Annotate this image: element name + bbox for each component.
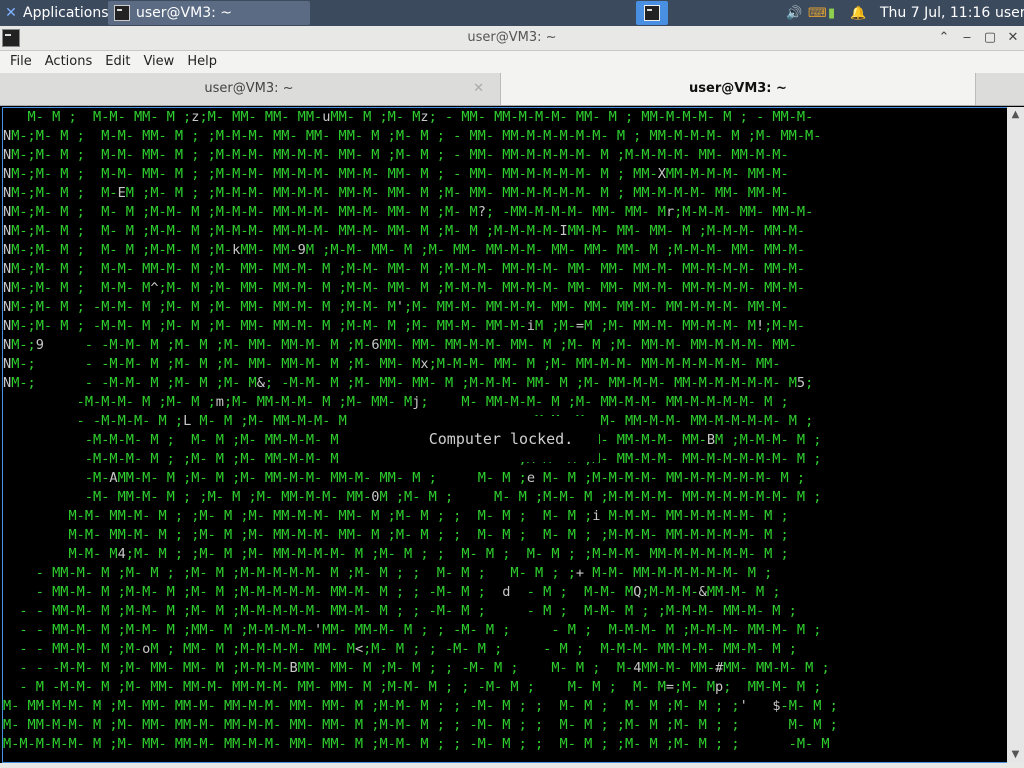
user-menu[interactable]: user (995, 0, 1024, 26)
battery-icon[interactable]: ▮ (828, 0, 835, 26)
terminal-line: NM-;M- M ; M- M ;M-M- M ;M-kMM- MM-9M ;M… (3, 242, 806, 258)
scroll-down-icon[interactable]: ▼ (1007, 747, 1024, 763)
scrollbar[interactable]: ▲ ▼ (1007, 107, 1024, 763)
terminal-line: NM-;M- M ; -M-M- M ;M- M ;M- MM- MM-M- M… (3, 299, 789, 315)
terminal-icon (644, 5, 660, 21)
menu-file[interactable]: File (0, 51, 32, 73)
terminal-line: - M -M-M- M ;M- MM- MM-M- MM-M-M- MM- MM… (3, 679, 822, 695)
terminal-line: - - MM-M- M ;M-M- M ;M- M ;M-M-M-M-M- MM… (19, 603, 797, 619)
menu-edit[interactable]: Edit (95, 51, 130, 73)
menu-actions[interactable]: Actions (35, 51, 93, 73)
close-icon[interactable]: ✕ (473, 73, 484, 105)
terminal-line: NM-; - -M-M- M ;M- M ;M- M&; -M-M- M ;M-… (3, 375, 814, 391)
applications-menu-button[interactable]: ✕ Applications (0, 0, 109, 26)
terminal-line: M- M ; M-M- MM- M ;z;M- MM- MM- MM-uMM- … (3, 109, 814, 125)
terminal-line: M-M-M-M-M- M ;M- MM- MM-M- MM-M-M- MM- M… (3, 736, 830, 752)
minimize-button[interactable]: ‒ (957, 28, 977, 48)
scroll-up-icon[interactable]: ▲ (1007, 107, 1024, 123)
terminal-icon (114, 5, 130, 21)
terminal-line: NM-;M- M ; -M-M- M ;M- M ;M- MM- MM-M- M… (3, 318, 806, 334)
terminal-line: NM-;M- M ; M-M- MM- M ; ;M-M-M- MM- MM- … (3, 128, 822, 144)
xfce-mouse-icon: ✕ (5, 5, 17, 21)
terminal-line: M-M- M4;M- M ; ;M- M ;M- MM-M-M-M- M ;M-… (3, 546, 789, 562)
network-icon[interactable]: ⌨ (808, 0, 827, 26)
taskbar-item-label: user@VM3: ~ (136, 5, 232, 21)
maximize-button[interactable]: ▢ (980, 28, 1000, 48)
tab-label: user@VM3: ~ (204, 81, 294, 96)
top-panel: ✕ Applications user@VM3: ~ 🔊 ⌨ ▮ 🔔 Thu 7… (0, 0, 1024, 26)
applications-label: Applications (23, 5, 109, 21)
terminal-line: NM-;9 - -M-M- M ;M- M ;M- MM- MM-M- M ;M… (3, 337, 797, 353)
terminal-line: NM-;M- M ; M-EM ;M- M ; ;M-M-M- MM-M-M- … (3, 185, 789, 201)
volume-icon[interactable]: 🔊 (786, 0, 802, 26)
close-button[interactable]: ✕ (1003, 28, 1023, 48)
terminal-line: - - MM-M- M ;M-oM ; MM- M ;M-M-M-M- MM- … (3, 641, 797, 657)
terminal-line: -M-M-M- M ;M- M ;m;M- MM-M-M- M ;M- MM- … (3, 394, 789, 410)
menu-help[interactable]: Help (177, 51, 217, 73)
terminal-line: - MM-M- M ;M-M- M ;M- M ;M-M-M-M-M- MM-M… (3, 584, 781, 600)
tab-label: user@VM3: ~ (689, 81, 787, 96)
terminal-line: M- MM-M-M- M ;M- MM- MM-M- MM-M-M- MM- M… (3, 717, 838, 733)
terminal-line: - MM-M- M ;M- M ; ;M- M ;M-M-M-M-M- M ;M… (3, 565, 773, 581)
terminal-line: NM-;M- M ; M-M- MM-M- M ;M- MM- MM-M- M … (3, 261, 806, 277)
window-titlebar[interactable]: user@VM3: ~ ⌃ ‒ ▢ ✕ (0, 26, 1024, 51)
terminal-line: NM-;M- M ; M-M- MM- M ; ;M-M-M- MM-M-M- … (3, 166, 789, 182)
menu-bar: File Actions Edit View Help (0, 51, 1024, 73)
lock-message: Computer locked. (403, 416, 599, 462)
terminal-line: NM-;M- M ; M- M ;M-M- M ;M-M-M- MM-M-M- … (3, 223, 806, 239)
workspace-switcher[interactable] (636, 1, 668, 25)
terminal-line: M-M- MM-M- M ; ;M- M ;M- MM-M-M- MM- M ;… (68, 527, 789, 543)
tab-terminal-1[interactable]: user@VM3: ~ ✕ (0, 73, 498, 105)
terminal-line: NM-;M- M ; M-M- MM- M ; ;M-M-M- MM-M-M- … (3, 147, 789, 163)
terminal-line: - - MM-M- M ;M-M- M ;MM- M ;M-M-M-M-'MM-… (3, 622, 822, 638)
clock[interactable]: Thu 7 Jul, 11:16 (880, 0, 990, 26)
terminal-line: NM-;M- M ; M-M- M^;M- M ;M- MM- MM-M- M … (3, 280, 806, 296)
bell-icon[interactable]: 🔔 (850, 0, 866, 26)
tab-terminal-2[interactable]: user@VM3: ~ (500, 73, 976, 105)
window-bottom-edge (0, 763, 1024, 768)
taskbar-item-terminal[interactable]: user@VM3: ~ (108, 1, 310, 25)
terminal-line: M-M- MM-M- M ; ;M- M ;M- MM-M-M- MM- M ;… (3, 508, 789, 524)
terminal-line: -M-AMM-M- M ;M- M ;M- MM-M-M- MM-M- MM- … (3, 470, 806, 486)
tab-bar: user@VM3: ~ ✕ user@VM3: ~ (0, 73, 1024, 106)
terminal-line: - - -M-M- M ;M- MM- MM- M ;M-M-M-BMM- MM… (3, 660, 830, 676)
terminal-line: NM-;M- M ; M- M ;M-M- M ;M-M-M- MM-M-M- … (3, 204, 814, 220)
menu-view[interactable]: View (133, 51, 174, 73)
terminal-line: NM-; - -M-M- M ;M- M ;M- MM- MM-M- M ;M-… (3, 356, 781, 372)
window-title: user@VM3: ~ (467, 30, 557, 45)
shade-button[interactable]: ⌃ (934, 28, 954, 48)
terminal-line: M- MM-M-M- M ;M- MM- MM-M- MM-M-M- MM- M… (3, 698, 838, 714)
terminal-line: -M- MM-M- M ; ;M- M ;M- MM-M-M- MM-0M ;M… (3, 489, 822, 505)
